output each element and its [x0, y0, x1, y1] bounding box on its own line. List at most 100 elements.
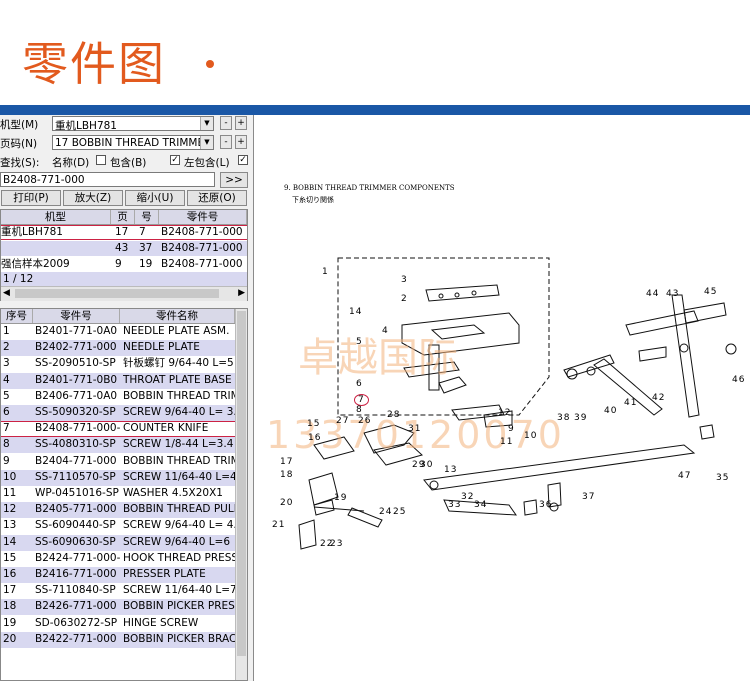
callout-6[interactable]: 6 — [356, 379, 363, 389]
left-include-checkbox[interactable]: ✓ — [170, 155, 180, 165]
zoom-out-button[interactable]: 缩小(U) — [125, 190, 185, 206]
table-row[interactable]: 18 B2426-771-000 BOBBIN PICKER PRESS — [1, 599, 235, 616]
extra-checkbox[interactable]: ✓ — [238, 155, 248, 165]
table-row[interactable]: 10 SS-7110570-SP SCREW 11/64-40 L=4.8 — [1, 469, 235, 486]
part-number: SS-4080310-SP — [35, 438, 116, 451]
callout-39[interactable]: 39 — [574, 413, 587, 423]
callout-32[interactable]: 32 — [461, 492, 474, 502]
callout-25[interactable]: 25 — [393, 507, 406, 517]
callout-1[interactable]: 1 — [322, 267, 329, 277]
result-cell: B2408-771-000 — [161, 242, 243, 254]
table-row[interactable]: 5 B2406-771-0A0 BOBBIN THREAD TRIMMER — [1, 388, 235, 405]
callout-26[interactable]: 26 — [358, 416, 371, 426]
table-row[interactable]: 14 SS-6090630-SP SCREW 9/64-40 L=6 — [1, 534, 235, 551]
callout-46[interactable]: 46 — [732, 375, 745, 385]
callout-21[interactable]: 21 — [272, 520, 285, 530]
table-row[interactable]: 13 SS-6090440-SP SCREW 9/64-40 L= 4.0 — [1, 518, 235, 535]
chevron-down-icon[interactable]: ▼ — [200, 136, 213, 149]
parts-col-index[interactable]: 序号 — [1, 309, 33, 323]
callout-28[interactable]: 28 — [387, 410, 400, 420]
search-go-button[interactable]: >> — [220, 172, 248, 188]
callout-45[interactable]: 45 — [704, 287, 717, 297]
callout-10[interactable]: 10 — [524, 431, 537, 441]
callout-41[interactable]: 41 — [624, 398, 637, 408]
result-col-number[interactable]: 号 — [135, 210, 159, 224]
table-row[interactable]: 16 B2416-771-000 PRESSER PLATE — [1, 567, 235, 583]
restore-button[interactable]: 还原(O) — [187, 190, 247, 206]
scroll-left-icon[interactable]: ◀ — [3, 288, 10, 298]
parts-col-part[interactable]: 零件号 — [33, 309, 120, 323]
result-col-model[interactable]: 机型 — [1, 210, 111, 224]
search-input[interactable]: B2408-771-000 — [0, 172, 215, 187]
callout-2[interactable]: 2 — [401, 294, 408, 304]
model-next-button[interactable]: + — [235, 116, 247, 130]
callout-12[interactable]: 12 — [498, 408, 511, 418]
zoom-in-button[interactable]: 放大(Z) — [63, 190, 123, 206]
result-col-page[interactable]: 页 — [111, 210, 135, 224]
table-row[interactable]: 4 B2401-771-0B0 THROAT PLATE BASE ASM — [1, 372, 235, 389]
opt-name-label[interactable]: 名称(D) — [52, 155, 89, 170]
table-row[interactable]: 43 37 B2408-771-000 — [1, 241, 247, 256]
table-row[interactable]: 强信样本2009 9 19 B2408-771-000 — [1, 257, 247, 272]
callout-11[interactable]: 11 — [500, 437, 513, 447]
callout-15[interactable]: 15 — [307, 419, 320, 429]
callout-18[interactable]: 18 — [280, 470, 293, 480]
table-row[interactable]: 15 B2424-771-000-A HOOK THREAD PRESS — [1, 550, 235, 567]
table-row[interactable]: 8 SS-4080310-SP SCREW 1/8-44 L=3.4 — [1, 437, 235, 454]
include-checkbox[interactable] — [96, 155, 106, 165]
callout-47[interactable]: 47 — [678, 471, 691, 481]
result-hscrollbar[interactable]: ◀ ▶ — [1, 286, 247, 301]
scroll-right-icon[interactable]: ▶ — [238, 288, 245, 298]
print-button[interactable]: 打印(P) — [1, 190, 61, 206]
callout-38[interactable]: 38 — [557, 413, 570, 423]
callout-23[interactable]: 23 — [330, 539, 343, 549]
table-row[interactable]: 11 WP-0451016-SP WASHER 4.5X20X1 — [1, 486, 235, 502]
parts-vscrollbar[interactable] — [235, 309, 247, 680]
page-next-button[interactable]: + — [235, 135, 247, 149]
callout-27[interactable]: 27 — [336, 416, 349, 426]
table-row[interactable]: 20 B2422-771-000 BOBBIN PICKER BRACKET — [1, 631, 235, 648]
table-row[interactable]: 3 SS-2090510-SP 针板螺钉 9/64-40 L=5 — [1, 356, 235, 373]
callout-37[interactable]: 37 — [582, 492, 595, 502]
scroll-thumb[interactable] — [237, 311, 246, 656]
callout-20[interactable]: 20 — [280, 498, 293, 508]
scroll-thumb[interactable] — [15, 289, 219, 298]
callout-4[interactable]: 4 — [382, 326, 389, 336]
table-row[interactable]: 9 B2404-771-000 BOBBIN THREAD TRIMMER — [1, 453, 235, 470]
callout-30[interactable]: 30 — [420, 460, 433, 470]
callout-5[interactable]: 5 — [356, 337, 363, 347]
callout-35[interactable]: 35 — [716, 473, 729, 483]
parts-col-name[interactable]: 零件名称 — [120, 309, 235, 323]
table-row[interactable]: 19 SD-0630272-SP HINGE SCREW — [1, 615, 235, 632]
callout-36[interactable]: 36 — [539, 500, 552, 510]
table-row[interactable]: 重机LBH781 17 7 B2408-771-000 — [1, 225, 247, 240]
table-row[interactable]: 2 B2402-771-000 NEEDLE PLATE — [1, 340, 235, 357]
table-row[interactable]: 12 B2405-771-000 BOBBIN THREAD PULL — [1, 502, 235, 519]
result-col-part[interactable]: 零件号 — [159, 210, 247, 224]
callout-43[interactable]: 43 — [666, 289, 679, 299]
callout-24[interactable]: 24 — [379, 507, 392, 517]
callout-19[interactable]: 19 — [334, 493, 347, 503]
callout-44[interactable]: 44 — [646, 289, 659, 299]
page-select[interactable]: 17 BOBBIN THREAD TRIMMER ▼ — [52, 135, 214, 150]
callout-34[interactable]: 34 — [474, 500, 487, 510]
callout-40[interactable]: 40 — [604, 406, 617, 416]
callout-14[interactable]: 14 — [349, 307, 362, 317]
callout-16[interactable]: 16 — [308, 433, 321, 443]
callout-33[interactable]: 33 — [448, 500, 461, 510]
chevron-down-icon[interactable]: ▼ — [200, 117, 213, 130]
page-prev-button[interactable]: - — [220, 135, 232, 149]
table-row[interactable]: 7 B2408-771-000-A COUNTER KNIFE — [1, 421, 235, 438]
table-row[interactable]: 1 B2401-771-0A0 NEEDLE PLATE ASM. — [1, 324, 235, 340]
model-prev-button[interactable]: - — [220, 116, 232, 130]
table-row[interactable]: 6 SS-5090320-SP SCREW 9/64-40 L= 3.2 — [1, 405, 235, 421]
callout-17[interactable]: 17 — [280, 457, 293, 467]
callout-8[interactable]: 8 — [356, 405, 363, 415]
callout-3[interactable]: 3 — [401, 275, 408, 285]
callout-42[interactable]: 42 — [652, 393, 665, 403]
callout-13[interactable]: 13 — [444, 465, 457, 475]
callout-31[interactable]: 31 — [408, 424, 421, 434]
model-select[interactable]: 重机LBH781 ▼ — [52, 116, 214, 132]
callout-9[interactable]: 9 — [508, 424, 515, 434]
table-row[interactable]: 17 SS-7110840-SP SCREW 11/64-40 L=7.8 — [1, 583, 235, 600]
